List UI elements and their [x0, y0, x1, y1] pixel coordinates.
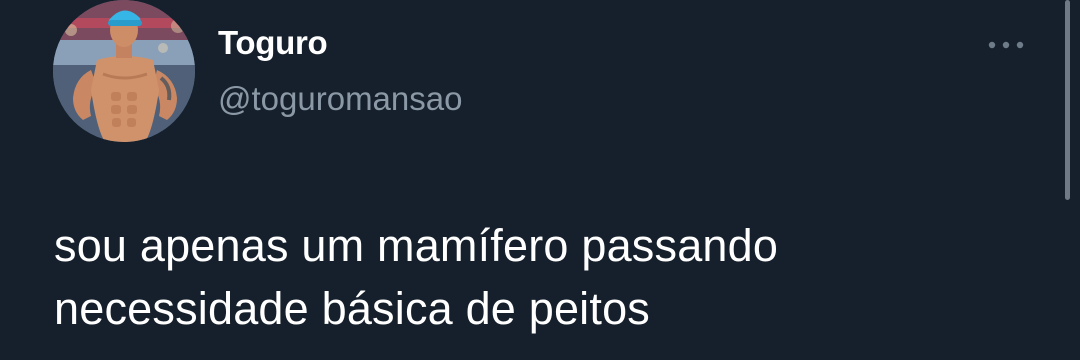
tweet-text: sou apenas um mamífero passando necessid…	[54, 214, 1034, 340]
author-display-name[interactable]: Toguro	[218, 23, 328, 63]
more-options-button[interactable]	[982, 30, 1030, 60]
author-avatar[interactable]	[53, 0, 195, 142]
avatar-photo	[53, 0, 195, 142]
author-handle[interactable]: @toguromansao	[218, 79, 462, 119]
more-options-icon	[988, 41, 1024, 49]
tweet-text-line: sou apenas um mamífero passando	[54, 220, 779, 271]
scrollbar[interactable]	[1063, 0, 1080, 360]
tweet-text-line: necessidade básica de peitos	[54, 283, 651, 334]
scrollbar-thumb[interactable]	[1065, 0, 1070, 200]
tweet-card: Toguro @toguromansao sou apenas um mamíf…	[0, 0, 1080, 360]
